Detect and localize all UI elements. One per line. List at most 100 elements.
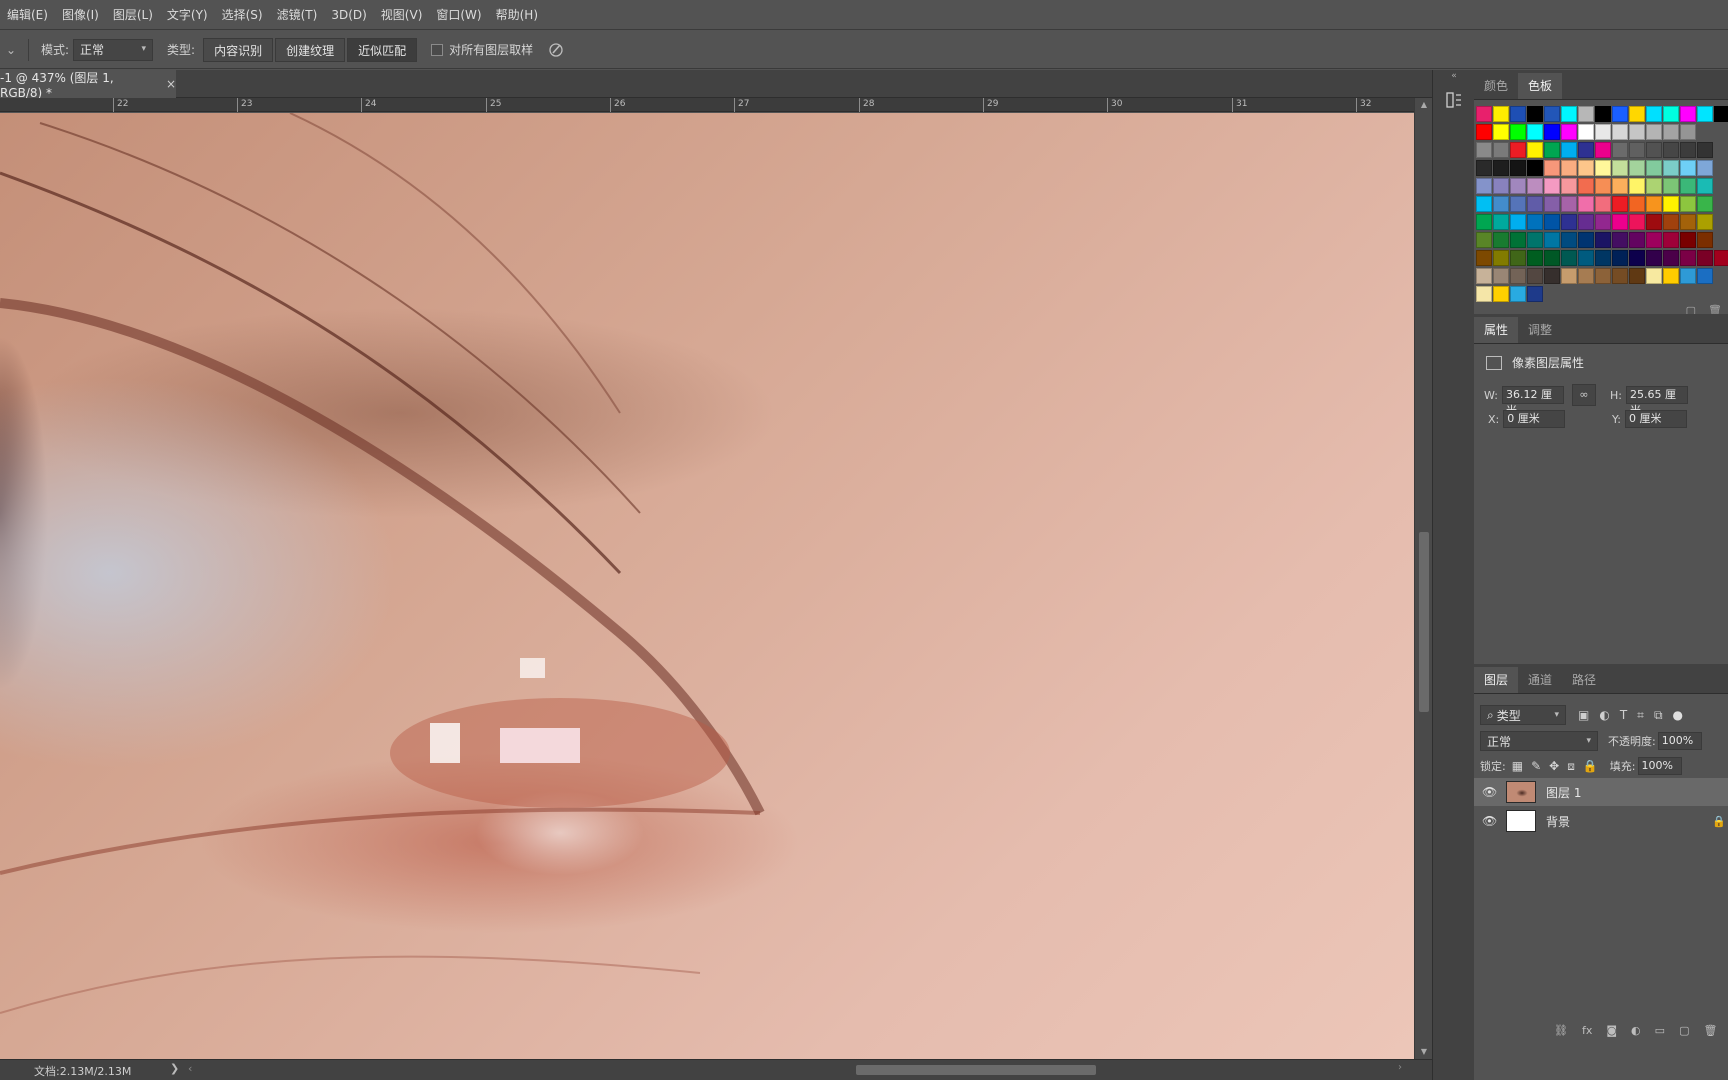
color-swatch[interactable] [1493, 250, 1509, 266]
color-swatch[interactable] [1510, 214, 1526, 230]
color-swatch[interactable] [1663, 214, 1679, 230]
color-swatch[interactable] [1612, 214, 1628, 230]
color-swatch[interactable] [1629, 106, 1645, 122]
color-swatch[interactable] [1493, 232, 1509, 248]
link-dimensions-icon[interactable]: ∞ [1572, 384, 1596, 406]
new-layer-icon[interactable]: ▢ [1679, 1024, 1689, 1037]
color-swatch[interactable] [1646, 250, 1662, 266]
color-swatch[interactable] [1544, 268, 1560, 284]
color-swatch[interactable] [1544, 178, 1560, 194]
create-texture-button[interactable]: 创建纹理 [275, 37, 346, 62]
color-swatch[interactable] [1476, 124, 1492, 140]
color-swatch[interactable] [1561, 178, 1577, 194]
color-swatch[interactable] [1527, 178, 1543, 194]
menu-help[interactable]: 帮助(H) [489, 0, 545, 30]
link-layers-icon[interactable]: ⛓ [1554, 1024, 1568, 1037]
tab-paths[interactable]: 路径 [1562, 667, 1606, 693]
color-swatch[interactable] [1697, 178, 1713, 194]
color-swatch[interactable] [1663, 106, 1679, 122]
color-swatch[interactable] [1476, 214, 1492, 230]
color-swatch[interactable] [1697, 268, 1713, 284]
tool-preset-chevron-icon[interactable]: ⌄ [0, 43, 22, 57]
color-swatch[interactable] [1510, 268, 1526, 284]
tab-properties[interactable]: 属性 [1474, 317, 1519, 343]
color-swatch[interactable] [1476, 106, 1492, 122]
scroll-up-icon[interactable]: ▲ [1415, 98, 1433, 112]
history-icon[interactable] [1444, 90, 1464, 110]
y-input[interactable]: 0 厘米 [1624, 410, 1687, 428]
x-input[interactable]: 0 厘米 [1503, 410, 1566, 428]
document-size-info[interactable]: 文档:2.13M/2.13M [34, 1063, 131, 1079]
content-aware-button[interactable]: 内容识别 [203, 37, 274, 62]
color-swatch[interactable] [1697, 142, 1713, 158]
lock-image-icon[interactable]: ✎ [1531, 759, 1541, 773]
tab-channels[interactable]: 通道 [1518, 667, 1562, 693]
color-swatch[interactable] [1493, 160, 1509, 176]
color-swatch[interactable] [1476, 250, 1492, 266]
tab-swatches[interactable]: 色板 [1518, 73, 1563, 99]
color-swatch[interactable] [1561, 124, 1577, 140]
menu-window[interactable]: 窗口(W) [429, 0, 488, 30]
color-swatch[interactable] [1527, 268, 1543, 284]
color-swatch[interactable] [1578, 232, 1594, 248]
color-swatch[interactable] [1629, 178, 1645, 194]
color-swatch[interactable] [1578, 196, 1594, 212]
opacity-input[interactable]: 100% [1657, 732, 1702, 750]
color-swatch[interactable] [1680, 142, 1696, 158]
color-swatch[interactable] [1493, 106, 1509, 122]
color-swatch[interactable] [1663, 268, 1679, 284]
color-swatch[interactable] [1578, 178, 1594, 194]
color-swatch[interactable] [1680, 250, 1696, 266]
color-swatch[interactable] [1680, 214, 1696, 230]
color-swatch[interactable] [1527, 250, 1543, 266]
color-swatch[interactable] [1663, 178, 1679, 194]
color-swatch[interactable] [1527, 124, 1543, 140]
color-swatch[interactable] [1527, 142, 1543, 158]
color-swatch[interactable] [1578, 250, 1594, 266]
color-swatch[interactable] [1663, 124, 1679, 140]
color-swatch[interactable] [1476, 160, 1492, 176]
vertical-scrollbar[interactable]: ▲ ▼ [1414, 98, 1432, 1059]
pressure-brush-icon[interactable] [547, 41, 565, 59]
color-swatch[interactable] [1493, 142, 1509, 158]
delete-layer-icon[interactable]: 🗑 [1703, 1024, 1717, 1037]
color-swatch[interactable] [1476, 142, 1492, 158]
color-swatch[interactable] [1663, 232, 1679, 248]
layer-name[interactable]: 背景 [1546, 813, 1570, 830]
color-swatch[interactable] [1544, 124, 1560, 140]
layer-name[interactable]: 图层 1 [1546, 784, 1581, 801]
color-swatch[interactable] [1646, 160, 1662, 176]
color-swatch[interactable] [1612, 106, 1628, 122]
color-swatch[interactable] [1646, 196, 1662, 212]
color-swatch[interactable] [1680, 124, 1696, 140]
color-swatch[interactable] [1680, 196, 1696, 212]
visibility-eye-icon[interactable]: 👁 [1482, 814, 1498, 828]
color-swatch[interactable] [1680, 178, 1696, 194]
color-swatch[interactable] [1612, 196, 1628, 212]
color-swatch[interactable] [1493, 268, 1509, 284]
color-swatch[interactable] [1595, 106, 1611, 122]
layer-row-layer1[interactable]: 👁 图层 1 [1474, 778, 1728, 806]
color-swatch[interactable] [1646, 268, 1662, 284]
color-swatch[interactable] [1595, 124, 1611, 140]
color-swatch[interactable] [1510, 142, 1526, 158]
color-swatch[interactable] [1493, 178, 1509, 194]
color-swatch[interactable] [1595, 178, 1611, 194]
sample-all-layers-checkbox[interactable] [431, 43, 444, 56]
color-swatch[interactable] [1697, 250, 1713, 266]
menu-edit[interactable]: 编辑(E) [0, 0, 55, 30]
visibility-eye-icon[interactable]: 👁 [1482, 785, 1498, 799]
color-swatch[interactable] [1629, 196, 1645, 212]
color-swatch[interactable] [1493, 124, 1509, 140]
color-swatch[interactable] [1476, 196, 1492, 212]
color-swatch[interactable] [1663, 142, 1679, 158]
color-swatch[interactable] [1612, 124, 1628, 140]
color-swatch[interactable] [1527, 106, 1543, 122]
color-swatch[interactable] [1544, 160, 1560, 176]
color-swatch[interactable] [1680, 160, 1696, 176]
color-swatch[interactable] [1646, 106, 1662, 122]
color-swatch[interactable] [1493, 214, 1509, 230]
scroll-left-icon[interactable]: ‹ [188, 1062, 192, 1075]
color-swatch[interactable] [1527, 196, 1543, 212]
collapse-panels-icon[interactable]: « [1433, 70, 1475, 82]
